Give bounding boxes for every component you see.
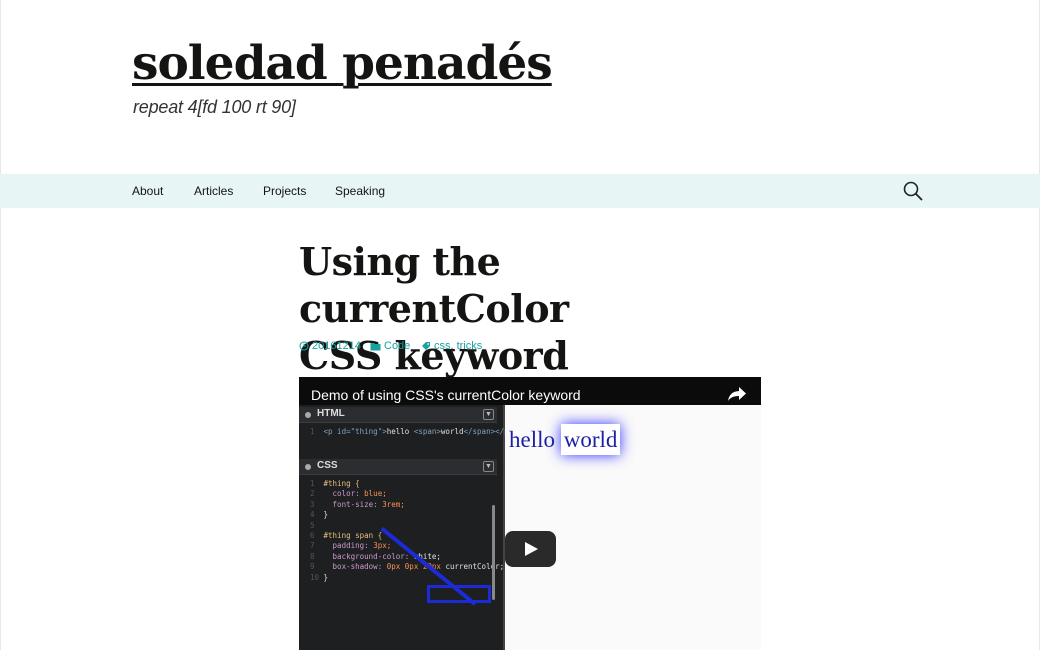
preview-text-world: world bbox=[560, 424, 621, 455]
share-icon[interactable] bbox=[727, 386, 747, 402]
html-code-text1: hello bbox=[386, 427, 414, 436]
post-title-line1: Using the currentColor bbox=[299, 239, 569, 331]
site-description: repeat 4[fd 100 rt 90] bbox=[133, 97, 296, 117]
tag-css-link[interactable]: css bbox=[434, 340, 451, 352]
css-panel-header[interactable]: CSS ▼ bbox=[299, 459, 497, 475]
post-title: Using the currentColor CSS keyword bbox=[299, 238, 769, 379]
preview-pane: hello world bbox=[505, 405, 761, 650]
css-prop: background-color: bbox=[332, 551, 410, 561]
css-value: blue; bbox=[364, 489, 387, 499]
css-prop: font-size: bbox=[332, 499, 378, 509]
highlight-box bbox=[427, 585, 491, 603]
tag-separator: , bbox=[450, 340, 454, 352]
css-value: 3px; bbox=[373, 541, 392, 551]
post-tags: css, tricks bbox=[421, 339, 482, 353]
preview-text: hello world bbox=[509, 424, 621, 455]
clock-icon bbox=[299, 341, 309, 351]
css-prop: box-shadow: bbox=[332, 562, 383, 572]
nav-item-articles[interactable]: Articles bbox=[194, 174, 233, 208]
video-title-bar: Demo of using CSS's currentColor keyword bbox=[299, 377, 761, 405]
css-code: 1 #thing { 2 color: blue; 3 font-size: 3… bbox=[309, 479, 505, 582]
post-category-link[interactable]: Code bbox=[384, 340, 410, 352]
editor-scrollbar[interactable] bbox=[492, 505, 495, 600]
folder-icon bbox=[370, 342, 381, 350]
css-line: } bbox=[323, 572, 329, 582]
html-code-text2: world bbox=[440, 427, 464, 436]
css-prop: color: bbox=[332, 489, 360, 499]
code-editor-pane: HTML ▼ 1 <p id="thing">hello <span>world… bbox=[299, 405, 513, 650]
site-header: soledad penadés repeat 4[fd 100 rt 90] bbox=[0, 0, 1040, 174]
css-value: 3rem; bbox=[382, 499, 405, 509]
site-title[interactable]: soledad penadés bbox=[132, 36, 553, 91]
nav-item-about[interactable]: About bbox=[132, 174, 163, 208]
html-panel-header[interactable]: HTML ▼ bbox=[299, 407, 497, 423]
html-code: 1 <p id="thing">hello <span>world</span>… bbox=[309, 427, 514, 436]
post-category[interactable]: Code bbox=[370, 339, 410, 353]
video-title[interactable]: Demo of using CSS's currentColor keyword bbox=[311, 377, 581, 405]
panel-dot-icon bbox=[305, 464, 311, 470]
nav-item-speaking[interactable]: Speaking bbox=[335, 174, 385, 208]
tag-icon bbox=[422, 342, 430, 350]
html-code-span-open: <span> bbox=[413, 427, 441, 436]
css-line: } bbox=[323, 510, 329, 520]
css-line: #thing span { bbox=[323, 531, 383, 541]
search-icon[interactable] bbox=[902, 180, 924, 202]
nav-item-projects[interactable]: Projects bbox=[263, 174, 306, 208]
preview-text-hello: hello bbox=[509, 427, 561, 452]
css-keyword: currentColor; bbox=[445, 562, 505, 572]
css-line: #thing { bbox=[323, 479, 360, 488]
html-panel-label: HTML bbox=[317, 408, 345, 419]
chevron-down-icon[interactable]: ▼ bbox=[483, 461, 494, 472]
css-panel-label: CSS bbox=[317, 460, 338, 471]
play-icon[interactable] bbox=[505, 531, 556, 567]
chevron-down-icon[interactable]: ▼ bbox=[483, 409, 494, 420]
post-date-link[interactable]: 20161214 bbox=[312, 340, 361, 352]
css-prop: padding: bbox=[332, 541, 369, 551]
panel-dot-icon bbox=[305, 412, 311, 418]
tag-tricks-link[interactable]: tricks bbox=[457, 340, 483, 352]
html-code-open: <p id="thing"> bbox=[323, 427, 387, 436]
post-date[interactable]: 20161214 bbox=[299, 339, 361, 353]
main-navigation: About Articles Projects Speaking bbox=[0, 174, 1040, 208]
video-embed[interactable]: Demo of using CSS's currentColor keyword… bbox=[299, 377, 761, 650]
